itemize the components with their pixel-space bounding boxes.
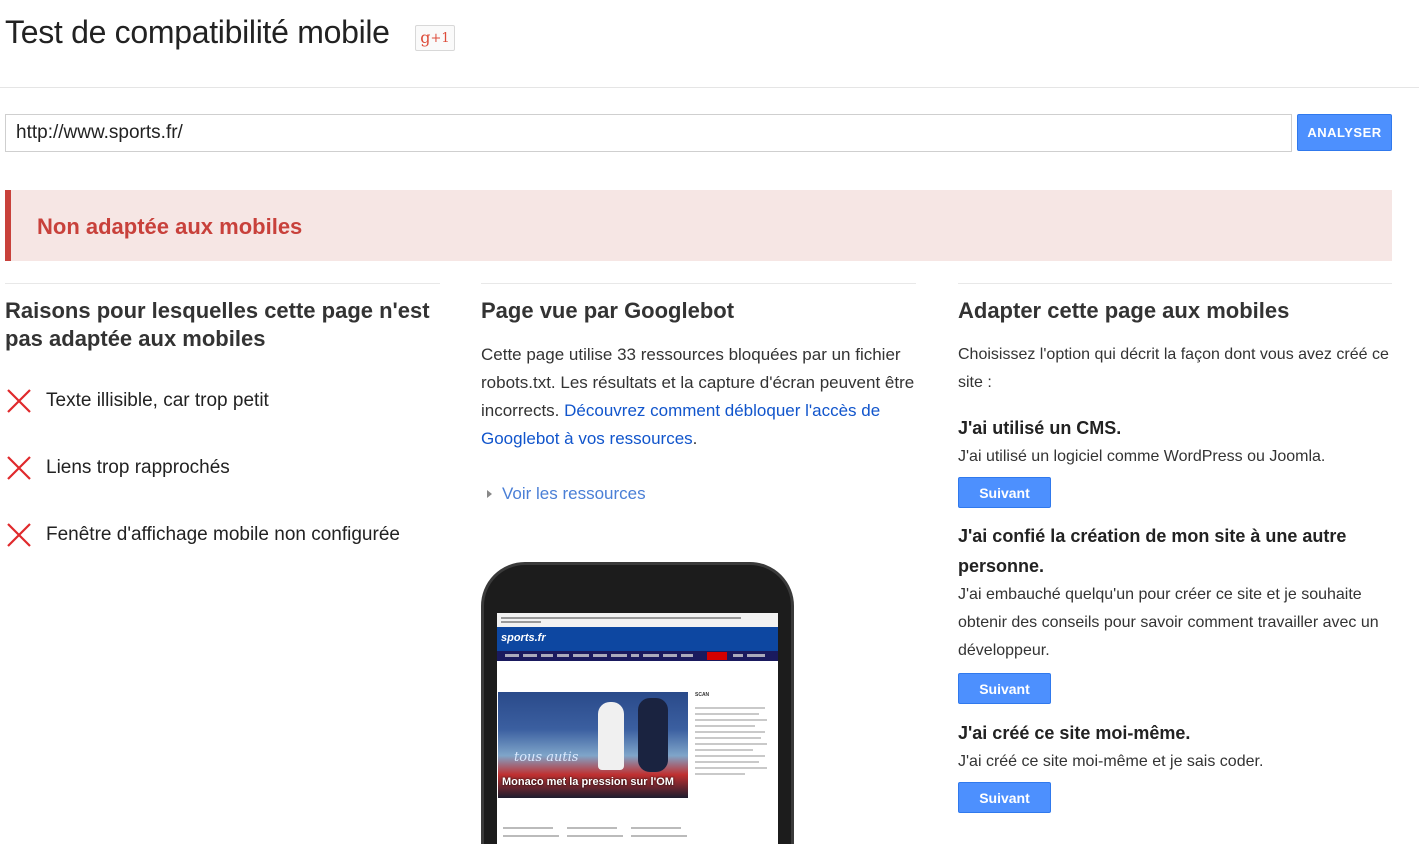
photo-watermark: tous autis: [514, 750, 579, 765]
google-plus-one-button[interactable]: g+1: [415, 25, 455, 51]
view-resources-label: Voir les ressources: [502, 484, 646, 503]
cross-icon: [7, 523, 31, 547]
blocked-resources-text: Cette page utilise 33 ressources bloquée…: [481, 341, 916, 453]
option-heading: J'ai confié la création de mon site à un…: [958, 526, 1347, 576]
expand-triangle-icon: [487, 490, 492, 498]
cross-icon: [7, 456, 31, 480]
page-title: Test de compatibilité mobile: [5, 14, 390, 50]
developer-next-button[interactable]: Suivant: [958, 673, 1051, 704]
screenshot-nav-bar: [497, 651, 778, 661]
site-logo: sports.fr: [501, 632, 546, 644]
reason-label: Texte illisible, car trop petit: [46, 390, 269, 411]
result-status: Non adaptée aux mobiles: [37, 214, 303, 239]
reason-item: Liens trop rapprochés: [5, 454, 230, 482]
adapt-column: Adapter cette page aux mobiles Choisisse…: [958, 283, 1392, 813]
googlebot-title: Page vue par Googlebot: [481, 298, 735, 323]
result-banner: Non adaptée aux mobiles: [5, 190, 1392, 261]
screenshot-headline-photo: tous autis Monaco met la pression sur l'…: [498, 692, 688, 798]
screenshot-side-header: SCAN: [695, 692, 710, 698]
screenshot-cookie-bar: [497, 613, 778, 627]
google-plus-icon: g: [420, 28, 431, 47]
option-heading: J'ai utilisé un CMS.: [958, 418, 1122, 438]
googlebot-column: Page vue par Googlebot Cette page utilis…: [481, 283, 916, 844]
option-self: J'ai créé ce site moi-même. J'ai créé ce…: [958, 718, 1392, 813]
link-suffix: .: [692, 429, 698, 448]
screenshot-site-header: sports.fr: [497, 627, 778, 651]
option-heading: J'ai créé ce site moi-même.: [958, 723, 1191, 743]
reasons-column: Raisons pour lesquelles cette page n'est…: [5, 283, 440, 547]
reason-label: Fenêtre d'affichage mobile non configuré…: [46, 524, 400, 545]
url-input[interactable]: [5, 114, 1292, 152]
reason-item: Texte illisible, car trop petit: [5, 387, 269, 415]
analyze-button[interactable]: ANALYSER: [1297, 114, 1392, 151]
plus-one-label: +1: [430, 31, 450, 46]
cross-icon: [7, 389, 31, 413]
option-text: J'ai utilisé un logiciel comme WordPress…: [958, 448, 1326, 465]
reason-item: Fenêtre d'affichage mobile non configuré…: [5, 521, 400, 549]
reasons-title: Raisons pour lesquelles cette page n'est…: [5, 298, 430, 351]
cms-next-button[interactable]: Suivant: [958, 477, 1051, 508]
page-header: Test de compatibilité mobile g+1: [0, 0, 1419, 88]
option-developer: J'ai confié la création de mon site à un…: [958, 521, 1392, 704]
option-text: J'ai créé ce site moi-même et je sais co…: [958, 753, 1264, 770]
phone-frame: sports.fr tous autis Monaco met la press…: [481, 562, 794, 844]
view-resources-toggle[interactable]: Voir les ressources: [487, 484, 646, 504]
reason-label: Liens trop rapprochés: [46, 457, 230, 478]
option-text: J'ai embauché quelqu'un pour créer ce si…: [958, 586, 1379, 659]
screenshot-headline: Monaco met la pression sur l'OM: [502, 776, 674, 788]
adapt-intro: Choisissez l'option qui décrit la façon …: [958, 346, 1389, 391]
adapt-title: Adapter cette page aux mobiles: [958, 298, 1290, 323]
screenshot-sidebar: [695, 703, 773, 793]
screenshot-score-tables: [497, 823, 778, 844]
googlebot-screenshot: sports.fr tous autis Monaco met la press…: [497, 613, 778, 844]
mobile-friendly-test-page: Test de compatibilité mobile g+1 ANALYSE…: [0, 0, 1419, 844]
self-next-button[interactable]: Suivant: [958, 782, 1051, 813]
option-cms: J'ai utilisé un CMS. J'ai utilisé un log…: [958, 413, 1392, 508]
